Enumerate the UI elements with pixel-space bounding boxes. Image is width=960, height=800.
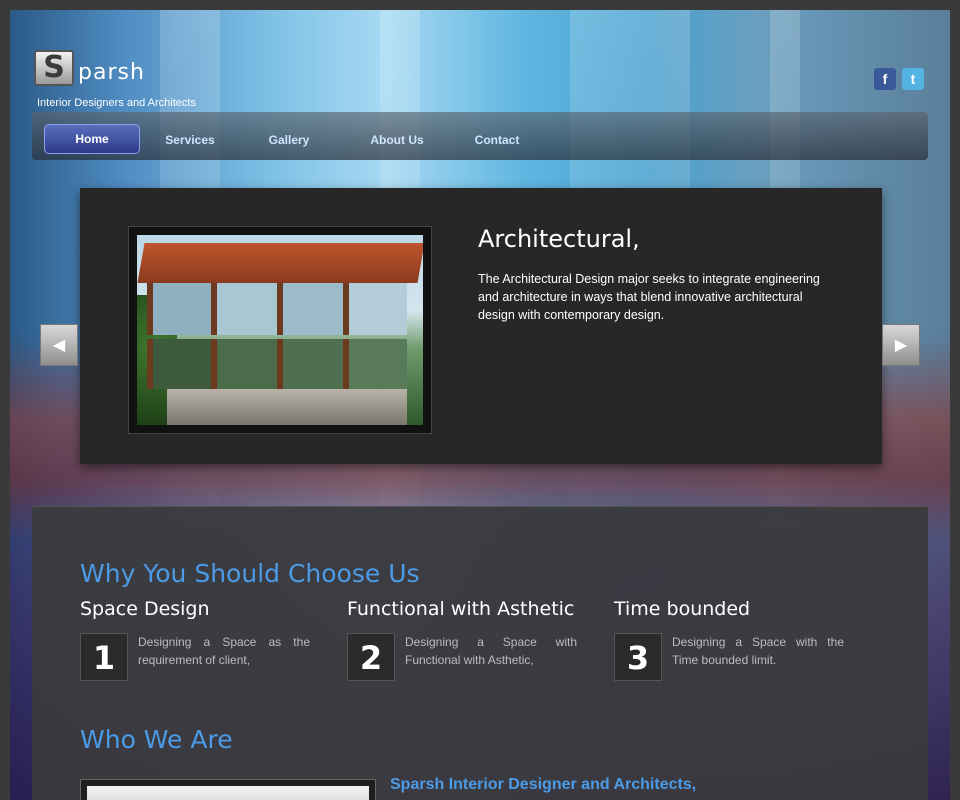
why-heading: Why You Should Choose Us — [80, 559, 420, 588]
twitter-icon[interactable]: t — [902, 68, 924, 90]
nav-item-about-us[interactable]: About Us — [350, 126, 444, 154]
feature-item: Space Design 1 Designing a Space as the … — [80, 597, 310, 681]
logo-mark[interactable]: S — [34, 50, 74, 86]
page-frame: S parsh Interior Designers and Architect… — [10, 10, 950, 800]
nav-item-gallery[interactable]: Gallery — [252, 126, 326, 154]
feature-number: 2 — [347, 633, 395, 681]
hero-slider: Architectural, The Architectural Design … — [80, 188, 882, 464]
slide-text: The Architectural Design major seeks to … — [478, 272, 820, 322]
who-photo-image — [87, 786, 369, 800]
feature-desc: Designing a Space with the Time bounded … — [672, 635, 844, 667]
image-base — [167, 389, 407, 425]
main-nav: Home Services Gallery About Us Contact — [32, 112, 928, 160]
slide-title: Architectural, — [478, 225, 640, 253]
nav-item-home[interactable]: Home — [44, 124, 140, 154]
feature-item: Time bounded 3 Designing a Space with th… — [614, 597, 844, 681]
feature-item: Functional with Asthetic 2 Designing a S… — [347, 597, 577, 681]
feature-title: Functional with Asthetic — [347, 598, 575, 620]
feature-number: 1 — [80, 633, 128, 681]
nav-item-services[interactable]: Services — [152, 126, 228, 154]
feature-title: Time bounded — [614, 598, 751, 620]
who-title: Sparsh Interior Designer and Architects, — [390, 776, 697, 793]
who-heading: Who We Are — [80, 725, 233, 754]
nav-item-contact[interactable]: Contact — [456, 126, 538, 154]
arrow-right-icon[interactable]: ▶ — [882, 324, 920, 366]
tagline: Interior Designers and Architects — [37, 97, 196, 109]
slide-image — [137, 235, 423, 425]
logo-text[interactable]: parsh — [78, 60, 145, 86]
image-lower-floor — [147, 339, 407, 389]
content-panel: Why You Should Choose Us Space Design 1 … — [32, 506, 928, 800]
feature-title: Space Design — [80, 598, 210, 620]
facebook-icon[interactable]: f — [874, 68, 896, 90]
image-upper-floor — [147, 283, 407, 335]
who-photo — [80, 779, 376, 800]
image-roof — [137, 243, 423, 283]
slide-image-frame — [128, 226, 432, 434]
arrow-left-icon[interactable]: ◀ — [40, 324, 78, 366]
feature-desc: Designing a Space as the requirement of … — [138, 635, 310, 667]
feature-desc: Designing a Space with Functional with A… — [405, 635, 577, 667]
feature-number: 3 — [614, 633, 662, 681]
